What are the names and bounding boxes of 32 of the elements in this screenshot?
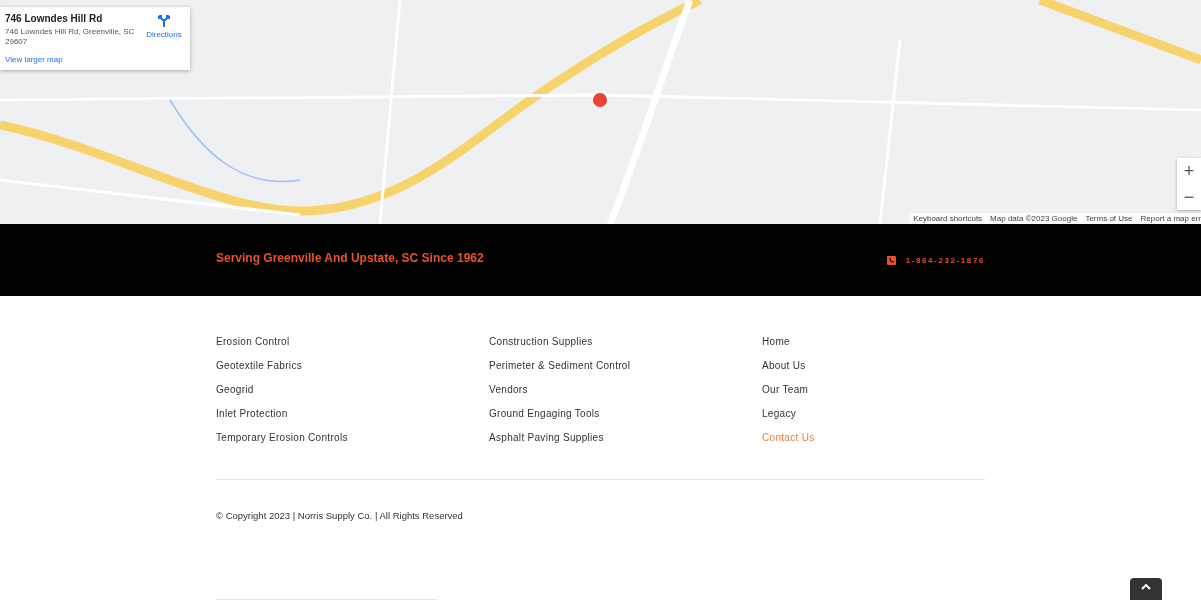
zoom-in-button[interactable]: + [1177,158,1201,184]
phone-link[interactable]: 1-864-232-1876 [886,255,985,265]
map-attribution-link[interactable]: Terms of Use [1085,214,1133,223]
footer-link[interactable]: Inlet Protection [216,408,489,419]
directions-icon [158,15,170,27]
place-title: 746 Lowndes Hill Rd [5,13,104,24]
place-address: 746 Lowndes Hill Rd, Greenville, SC 29607 [5,27,136,47]
footer-link[interactable]: About Us [762,360,985,371]
directions-link[interactable]: Directions [138,13,190,39]
scroll-to-top-button[interactable] [1130,578,1162,600]
view-larger-map-link[interactable]: View larger map [5,55,138,64]
caret-up-icon [1141,584,1151,590]
footer-link[interactable]: Geotextile Fabrics [216,360,489,371]
copyright-text: © Copyright 2023 | Norris Supply Co. | All Rights Reserved [216,510,464,521]
footer-link[interactable]: Our Team [762,384,985,395]
tagline: Serving Greenville And Upstate, SC Since 1962 [216,251,484,265]
map-attribution-link[interactable]: Map data ©2023 Google [990,214,1078,223]
zoom-out-button[interactable]: − [1177,184,1201,210]
footer-link[interactable]: Erosion Control [216,336,489,347]
phone-icon [886,255,896,265]
footer-link[interactable]: Geogrid [216,384,489,395]
footer-link[interactable]: Perimeter & Sediment Control [489,360,762,371]
footer-link[interactable]: Vendors [489,384,762,395]
map-attribution-link[interactable]: Report a map err [1140,214,1201,223]
footer-link[interactable]: Temporary Erosion Controls [216,432,489,443]
footer-link[interactable]: Asphalt Paving Supplies [489,432,762,443]
map[interactable]: 746 Lowndes Hill Rd 746 Lowndes Hill Rd, Greenville, SC 29607 View larger map Directions + − Keyboard shortcuts Map data ©2023 Google Terms of Use Report a map err [0,0,1201,224]
footer-link[interactable]: Construction Supplies [489,336,762,347]
footer-link[interactable]: Home [762,336,985,347]
footer-link[interactable]: Legacy [762,408,985,419]
footer-link[interactable]: Ground Engaging Tools [489,408,762,419]
map-attribution-link[interactable]: Keyboard shortcuts [913,214,983,223]
